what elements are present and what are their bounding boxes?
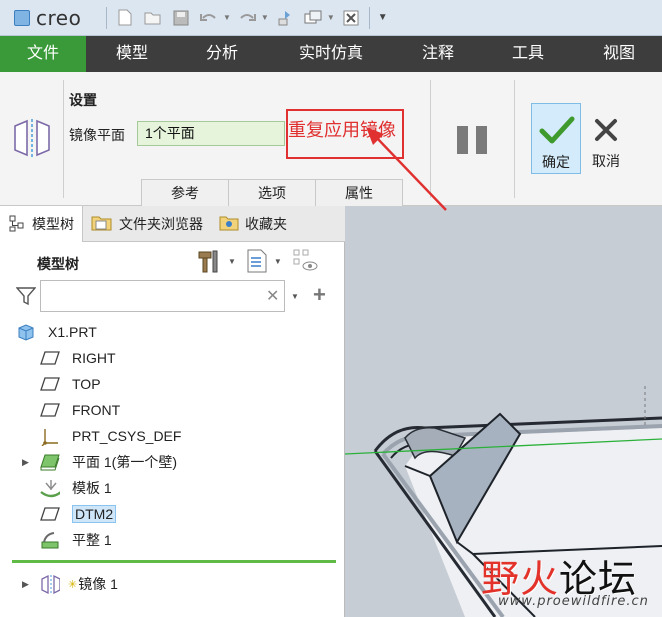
folder-browser-icon [91,214,113,235]
tab-annotate[interactable]: 注释 [396,36,480,72]
tree-item-label-selected: DTM2 [72,505,117,523]
tree-search-input[interactable] [40,280,285,312]
show-options-icon[interactable] [246,248,268,274]
hide-items-icon[interactable] [292,248,318,274]
tab-model-tree-label: 模型树 [32,216,74,232]
tab-model[interactable]: 模型 [86,36,178,72]
dashboard-subtabs: 参考 选项 属性 [141,179,403,206]
navigator-tabs: 模型树 文件夹浏览器 收藏夹 [0,206,345,242]
datum-plane-icon [40,349,60,367]
new-file-icon[interactable] [114,7,136,29]
expand-arrow-icon[interactable]: ▶ [22,579,29,590]
open-file-icon[interactable] [142,7,164,29]
close-window-icon[interactable] [340,7,362,29]
pause-icon[interactable] [457,126,487,154]
subtab-options[interactable]: 选项 [228,179,316,206]
tree-item-label: PRT_CSYS_DEF [72,428,182,444]
undo-icon[interactable] [198,7,220,29]
tab-folder-browser-label: 文件夹浏览器 [119,216,203,232]
part-icon [16,323,36,341]
tab-model-tree[interactable]: 模型树 [0,206,83,242]
tree-item-flat-wall[interactable]: ▶ 平面 1(第一个壁) [22,450,177,474]
tree-item-label: 平面 1(第一个壁) [72,454,177,470]
subtab-properties[interactable]: 属性 [315,179,403,206]
cancel-label: 取消 [592,153,620,169]
ok-label: 确定 [542,154,570,170]
mirror-feature-icon [14,119,50,157]
tab-live-simulation[interactable]: 实时仿真 [266,36,396,72]
tab-tools[interactable]: 工具 [480,36,576,72]
subtab-references[interactable]: 参考 [141,179,229,206]
ribbon-menu-bar: 文件 模型 分析 实时仿真 注释 工具 视图 [0,36,662,72]
tree-item-label: 平整 1 [72,532,112,548]
tree-item-label: FRONT [72,402,121,418]
logo-text: creo [36,5,82,30]
settings-dropdown-icon[interactable]: ▼ [228,257,236,266]
tab-favorites[interactable]: 收藏夹 [211,206,295,242]
filter-icon[interactable] [16,286,36,306]
expand-arrow-icon[interactable]: ▶ [22,457,29,468]
settings-group-title: 设置 [69,92,97,108]
search-dropdown-icon[interactable]: ▼ [291,292,299,301]
favorites-icon [219,214,239,235]
navigator-panel: 模型树 文件夹浏览器 收藏夹 模型树 ▼ ▼ ✕ ▼ + X1.PRT RIGH… [0,206,345,617]
creo-logo: creo [14,6,102,30]
flat-wall-icon [40,453,60,471]
tab-folder-browser[interactable]: 文件夹浏览器 [83,206,211,242]
save-icon[interactable] [170,7,192,29]
customize-toolbar-icon[interactable]: ▼ [378,12,388,23]
regenerate-icon[interactable] [274,7,296,29]
tab-favorites-label: 收藏夹 [245,216,287,232]
datum-plane-icon [40,505,60,523]
tree-item-csys[interactable]: PRT_CSYS_DEF [40,424,181,448]
insert-here-indicator[interactable] [12,560,336,563]
windows-icon[interactable] [302,7,324,29]
mirror-plane-label: 镜像平面 [69,127,125,143]
tree-item-label: 模板 1 [72,480,112,496]
show-dropdown-icon[interactable]: ▼ [274,257,282,266]
tree-item-dtm2[interactable]: DTM2 [40,502,117,526]
datum-plane-icon [40,401,60,419]
tree-root-part[interactable]: X1.PRT [16,320,97,344]
flatten-icon [40,531,60,549]
model-tree-icon [8,214,26,235]
tree-item-label: TOP [72,376,101,392]
tab-analysis[interactable]: 分析 [178,36,266,72]
clear-search-icon[interactable]: ✕ [266,286,279,306]
annotation-text: 重复应用镜像 [288,120,396,140]
tree-item-form[interactable]: 模板 1 [40,476,112,500]
creo-cube-icon [14,9,30,26]
add-filter-icon[interactable]: + [313,282,326,308]
windows-dropdown-icon[interactable]: ▼ [327,13,335,22]
tree-item-flatten[interactable]: 平整 1 [40,528,112,552]
new-feature-star-icon: ✳ [68,578,78,591]
close-icon [595,119,617,141]
redo-dropdown-icon[interactable]: ▼ [261,13,269,22]
tree-item-label: RIGHT [72,350,116,366]
tree-item-label: 镜像 1 [78,576,118,592]
tree-item-front[interactable]: FRONT [40,398,120,422]
undo-dropdown-icon[interactable]: ▼ [223,13,231,22]
mirror-icon [40,574,60,594]
datum-plane-icon [40,375,60,393]
tree-root-label: X1.PRT [48,324,97,340]
quick-access-toolbar: creo ▼ ▼ ▼ ▼ [0,0,662,36]
tab-file[interactable]: 文件 [0,36,86,72]
tree-item-mirror[interactable]: ▶ ✳ 镜像 1 [22,572,118,596]
tree-toolbar: ▼ ▼ [196,248,318,274]
redo-icon[interactable] [236,7,258,29]
settings-tools-icon[interactable] [196,248,222,274]
cancel-button[interactable]: 取消 [583,103,629,174]
forum-watermark-url: www.proewildfire.cn [498,594,649,609]
tree-item-right[interactable]: RIGHT [40,346,116,370]
mirror-plane-collector[interactable]: 1个平面 [137,121,285,146]
csys-icon [40,427,60,446]
ok-button[interactable]: 确定 [531,103,581,174]
tab-view[interactable]: 视图 [576,36,662,72]
model-tree-header: 模型树 [37,256,79,272]
form-icon [40,479,60,498]
tree-item-top[interactable]: TOP [40,372,101,396]
checkmark-icon [539,116,575,144]
